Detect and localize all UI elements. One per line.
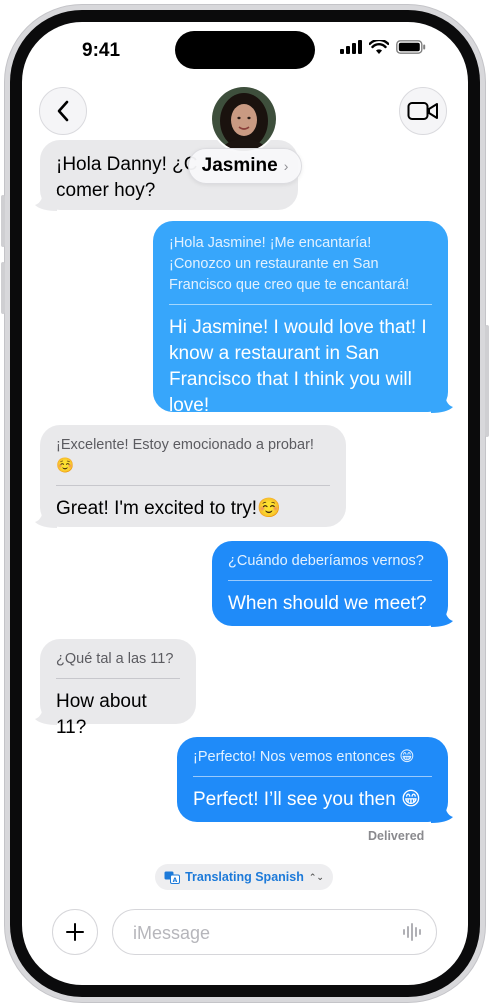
chevron-left-icon	[57, 100, 69, 122]
contact-avatar[interactable]	[210, 85, 278, 153]
bubble-tail	[35, 508, 57, 528]
svg-text:A: A	[173, 877, 178, 884]
bubble-tail	[431, 607, 453, 627]
contact-photo	[212, 87, 276, 151]
message-original: ¡Excelente! Estoy emocionado a probar! ☺…	[56, 437, 314, 474]
add-attachment-button[interactable]	[52, 909, 98, 955]
message-original: ¿Qué tal a las 11?	[56, 651, 174, 667]
bubble-tail	[431, 393, 453, 413]
wifi-icon	[369, 40, 389, 54]
plus-icon	[66, 923, 84, 941]
audio-waveform-icon[interactable]	[402, 923, 424, 941]
contact-name-button[interactable]: Jasmine ›	[188, 148, 302, 184]
translation-divider	[56, 485, 330, 486]
volume-button	[1, 195, 5, 247]
message-translation: Hi Jasmine! I would love that! I know a …	[169, 317, 427, 416]
translate-icon: A	[164, 871, 181, 884]
chevron-right-icon: ›	[283, 158, 289, 174]
volume-button	[1, 262, 5, 314]
message-input[interactable]	[131, 910, 385, 956]
dynamic-island	[175, 31, 315, 69]
contact-name: Jasmine	[201, 155, 278, 176]
message-translation: Perfect! I’ll see you then 😁	[193, 789, 421, 810]
message-translation: How about 11?	[56, 691, 147, 738]
message-original: ¡Perfecto! Nos vemos entonces 😁	[193, 749, 415, 765]
bubble-tail	[35, 191, 57, 211]
messages-screen: 9:41 ¡Hola Danny! ¿C comer hoy? Jasmine …	[22, 22, 468, 985]
status-time: 9:41	[82, 40, 121, 61]
translation-divider	[228, 580, 432, 581]
message-original: ¿Cuándo deberíamos vernos?	[228, 553, 424, 569]
facetime-video-button[interactable]	[399, 87, 447, 135]
sent-message-bubble-3[interactable]: ¡Perfecto! Nos vemos entonces 😁 Perfect!…	[177, 737, 453, 823]
status-icons	[340, 40, 426, 54]
translating-label: Translating Spanish	[185, 870, 304, 884]
message-original: ¡Hola Jasmine! ¡Me encantaría! ¡Conozco …	[169, 235, 410, 293]
side-button	[485, 325, 489, 437]
back-button[interactable]	[39, 87, 87, 135]
translating-language-button[interactable]: A Translating Spanish ⌃⌄	[155, 864, 333, 890]
translation-divider	[56, 678, 180, 679]
cellular-signal-icon	[340, 40, 362, 54]
translation-divider	[193, 776, 432, 777]
sent-message-bubble-2[interactable]: ¿Cuándo deberíamos vernos? When should w…	[212, 541, 453, 627]
chevron-up-down-icon: ⌃⌄	[308, 871, 324, 882]
battery-icon	[396, 40, 426, 54]
received-message-bubble-3[interactable]: ¿Qué tal a las 11? How about 11?	[35, 639, 196, 738]
message-translation: Great! I'm excited to try!☺️	[56, 498, 281, 519]
message-translation: When should we meet?	[228, 593, 427, 614]
message-input-field[interactable]	[112, 909, 437, 956]
translation-divider	[169, 304, 432, 305]
bubble-tail	[35, 705, 57, 725]
delivered-status: Delivered	[368, 829, 425, 843]
video-camera-icon	[407, 102, 438, 120]
received-message-bubble-2[interactable]: ¡Excelente! Estoy emocionado a probar! ☺…	[35, 425, 346, 528]
sent-message-bubble-1[interactable]: ¡Hola Jasmine! ¡Me encantaría! ¡Conozco …	[153, 221, 453, 416]
bubble-tail	[431, 803, 453, 823]
